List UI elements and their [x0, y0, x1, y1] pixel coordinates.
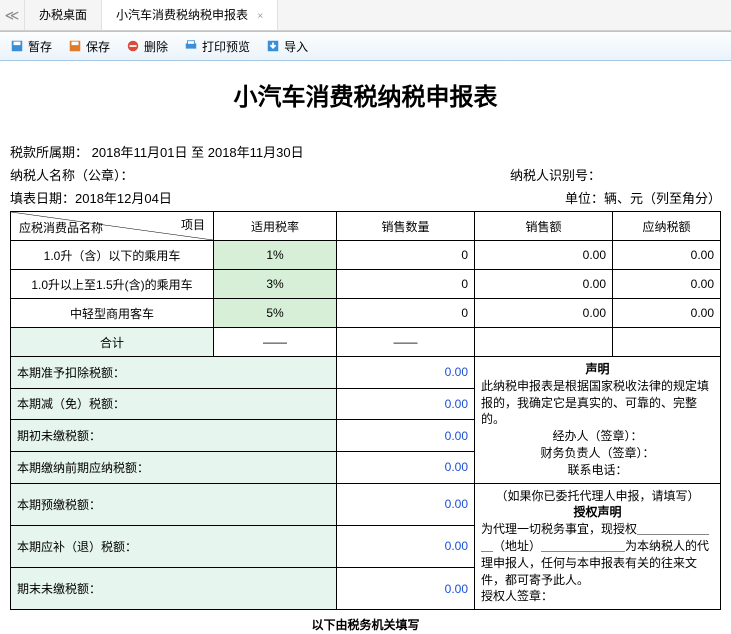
- item-amount[interactable]: 0.00: [475, 241, 613, 270]
- item-qty[interactable]: 0: [337, 299, 475, 328]
- item-tax[interactable]: 0.00: [613, 270, 721, 299]
- total-tax: [613, 328, 721, 357]
- row-value[interactable]: 0.00: [337, 420, 475, 452]
- tab-label: 小汽车消费税纳税申报表: [116, 8, 248, 22]
- declaration-body: 此纳税申报表是根据国家税收法律的规定填报的，我确定它是真实的、可靠的、完整的。: [481, 378, 714, 428]
- declaration-title: 声明: [481, 361, 714, 378]
- tax-header: 应纳税额: [613, 212, 721, 241]
- payer-name-label: 纳税人名称（公章）：: [10, 165, 134, 184]
- item-amount[interactable]: 0.00: [475, 270, 613, 299]
- import-icon: [266, 39, 280, 53]
- auth-title: 授权声明: [481, 504, 714, 521]
- item-rate[interactable]: 3%: [214, 270, 337, 299]
- tab-bar: ≪ 办税桌面 小汽车消费税纳税申报表 ×: [0, 0, 731, 31]
- save-button[interactable]: 保存: [64, 36, 114, 57]
- row-label: 本期缴纳前期应纳税额：: [11, 451, 337, 483]
- total-amount: [475, 328, 613, 357]
- item-rate[interactable]: 1%: [214, 241, 337, 270]
- row-value[interactable]: 0.00: [337, 451, 475, 483]
- diag-top-label: 项目: [181, 216, 205, 233]
- save-icon: [68, 39, 82, 53]
- unit-label: 单位：辆、元（列至角分）: [565, 188, 721, 207]
- fill-date-label: 填表日期：: [10, 188, 75, 207]
- page-title: 小汽车消费税纳税申报表: [10, 77, 721, 112]
- print-preview-button[interactable]: 打印预览: [180, 36, 254, 57]
- toolbar: 暂存 保存 删除 打印预览 导入: [0, 31, 731, 61]
- save-label: 保存: [86, 38, 110, 55]
- period-line: 税款所属期： 2018年11月01日 至 2018年11月30日: [10, 142, 721, 161]
- delete-button[interactable]: 删除: [122, 36, 172, 57]
- item-name: 1.0升（含）以下的乘用车: [11, 241, 214, 270]
- print-icon: [184, 39, 198, 53]
- row-value[interactable]: 0.00: [337, 567, 475, 609]
- row-value[interactable]: 0.00: [337, 483, 475, 525]
- payer-id-label: 纳税人识别号：: [510, 165, 601, 184]
- tax-form-table: 项目 应税消费品名称 适用税率 销售数量 销售额 应纳税额 1.0升（含）以下的…: [10, 211, 721, 610]
- table-row: 中轻型商用客车 5% 0 0.00 0.00: [11, 299, 721, 328]
- item-name: 1.0升以上至1.5升(含)的乘用车: [11, 270, 214, 299]
- declaration-l3: 联系电话：: [481, 462, 714, 479]
- form-content: 小汽车消费税纳税申报表 税款所属期： 2018年11月01日 至 2018年11…: [0, 61, 731, 634]
- total-label: 合计: [11, 328, 214, 357]
- item-name: 中轻型商用客车: [11, 299, 214, 328]
- item-qty[interactable]: 0: [337, 241, 475, 270]
- import-label: 导入: [284, 38, 308, 55]
- auth-body: 为代理一切税务事宜，现授权＿＿＿＿＿＿＿（地址）＿＿＿＿＿＿＿为本纳税人的代理申…: [481, 521, 714, 588]
- table-header-row: 项目 应税消费品名称 适用税率 销售数量 销售额 应纳税额: [11, 212, 721, 241]
- authorization-box: （如果你已委托代理人申报，请填写） 授权声明 为代理一切税务事宜，现授权＿＿＿＿…: [475, 483, 721, 610]
- import-button[interactable]: 导入: [262, 36, 312, 57]
- tabs-prev-button[interactable]: ≪: [0, 0, 25, 30]
- auth-line1: （如果你已委托代理人申报，请填写）: [481, 488, 714, 505]
- period-label: 税款所属期：: [10, 145, 88, 160]
- date-line: 填表日期： 2018年12月04日 单位：辆、元（列至角分）: [10, 188, 721, 207]
- tab-home[interactable]: 办税桌面: [25, 0, 102, 30]
- save-temp-icon: [10, 39, 24, 53]
- row-label: 本期减（免）税额：: [11, 388, 337, 420]
- declaration-l1: 经办人（签章）：: [481, 428, 714, 445]
- print-label: 打印预览: [202, 38, 250, 55]
- payer-line: 纳税人名称（公章）： 纳税人识别号：: [10, 165, 721, 184]
- row-value[interactable]: 0.00: [337, 525, 475, 567]
- save-temp-label: 暂存: [28, 38, 52, 55]
- row-label: 期末未缴税额：: [11, 567, 337, 609]
- item-amount[interactable]: 0.00: [475, 299, 613, 328]
- item-tax[interactable]: 0.00: [613, 299, 721, 328]
- fill-date-value: 2018年12月04日: [75, 188, 172, 207]
- rate-header: 适用税率: [214, 212, 337, 241]
- delete-label: 删除: [144, 38, 168, 55]
- item-qty[interactable]: 0: [337, 270, 475, 299]
- qty-header: 销售数量: [337, 212, 475, 241]
- row-label: 本期应补（退）税额：: [11, 525, 337, 567]
- diagonal-header: 项目 应税消费品名称: [11, 212, 214, 241]
- row-label: 期初未缴税额：: [11, 420, 337, 452]
- row-value[interactable]: 0.00: [337, 357, 475, 389]
- row-value[interactable]: 0.00: [337, 388, 475, 420]
- period-value: 2018年11月01日 至 2018年11月30日: [92, 145, 304, 160]
- row-label: 本期准予扣除税额：: [11, 357, 337, 389]
- total-dash: ——: [214, 328, 337, 357]
- total-dash: ——: [337, 328, 475, 357]
- amount-header: 销售额: [475, 212, 613, 241]
- item-tax[interactable]: 0.00: [613, 241, 721, 270]
- table-row: 1.0升（含）以下的乘用车 1% 0 0.00 0.00: [11, 241, 721, 270]
- declaration-l2: 财务负责人（签章）：: [481, 445, 714, 462]
- close-icon[interactable]: ×: [257, 11, 263, 22]
- declaration-box: 声明 此纳税申报表是根据国家税收法律的规定填报的，我确定它是真实的、可靠的、完整…: [475, 357, 721, 484]
- table-row: 1.0升以上至1.5升(含)的乘用车 3% 0 0.00 0.00: [11, 270, 721, 299]
- table-row: 本期准予扣除税额： 0.00 声明 此纳税申报表是根据国家税收法律的规定填报的，…: [11, 357, 721, 389]
- footer-header: 以下由税务机关填写: [10, 610, 721, 634]
- auth-sign: 授权人签章：: [481, 588, 714, 605]
- save-temp-button[interactable]: 暂存: [6, 36, 56, 57]
- total-row: 合计 —— ——: [11, 328, 721, 357]
- diag-bottom-label: 应税消费品名称: [19, 219, 103, 236]
- table-row: 本期预缴税额： 0.00 （如果你已委托代理人申报，请填写） 授权声明 为代理一…: [11, 483, 721, 525]
- delete-icon: [126, 39, 140, 53]
- row-label: 本期预缴税额：: [11, 483, 337, 525]
- tab-active[interactable]: 小汽车消费税纳税申报表 ×: [102, 0, 278, 30]
- item-rate[interactable]: 5%: [214, 299, 337, 328]
